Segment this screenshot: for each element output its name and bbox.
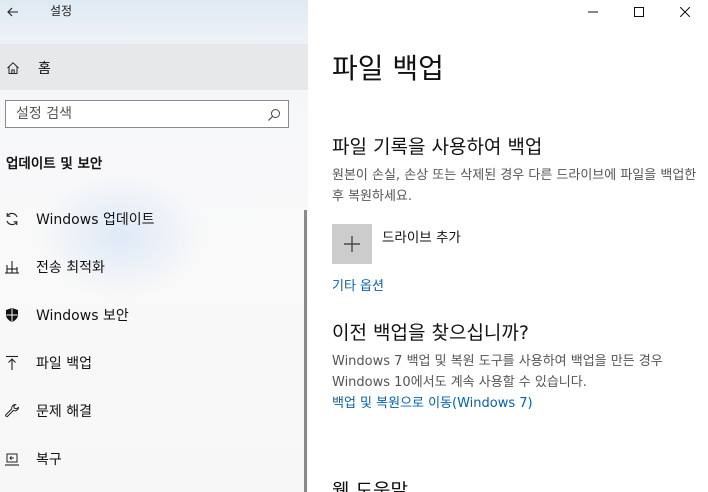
sidebar-item-label: 복구 (36, 452, 62, 468)
backup-restore-link[interactable]: 백업 및 복원으로 이동(Windows 7) (332, 392, 533, 411)
title-bar: 설정 (0, 0, 308, 24)
add-drive-label: 드라이브 추가 (382, 230, 461, 246)
sidebar-item-windows-update[interactable]: Windows 업데이트 (0, 199, 300, 239)
close-button[interactable] (662, 0, 708, 24)
sidebar-item-label: Windows 보안 (36, 308, 129, 324)
wrench-icon (5, 403, 20, 418)
file-history-description: 원본이 손실, 손상 또는 삭제된 경우 다른 드라이브에 파일을 백업한 후 … (332, 168, 697, 204)
add-drive-tile[interactable] (332, 224, 372, 264)
sidebar-scrollbar[interactable] (304, 210, 307, 492)
older-backup-description: Windows 7 백업 및 복원 도구를 사용하여 백업을 만든 경우 Win… (332, 354, 663, 390)
older-backup-heading: 이전 백업을 찾으십니까? (332, 322, 529, 344)
maximize-icon (634, 7, 644, 17)
sidebar-item-recovery[interactable]: 복구 (0, 439, 300, 479)
window-controls (570, 0, 708, 24)
search-box[interactable] (5, 100, 289, 128)
sidebar-item-file-backup[interactable]: 파일 백업 (0, 343, 300, 383)
shield-icon (6, 308, 18, 322)
delivery-optimization-icon (5, 261, 19, 274)
sidebar-item-label: 전송 최적화 (36, 260, 105, 276)
plus-icon (344, 236, 360, 252)
app-title: 설정 (50, 4, 73, 18)
home-label: 홈 (38, 61, 51, 77)
add-drive-button[interactable]: 드라이브 추가 (332, 224, 461, 264)
minimize-button[interactable] (570, 0, 616, 24)
search-icon[interactable] (267, 108, 281, 122)
sidebar-item-windows-security[interactable]: Windows 보안 (0, 295, 300, 335)
maximize-button[interactable] (616, 0, 662, 24)
content-pane: 파일 백업 파일 기록을 사용하여 백업 원본이 손실, 손상 또는 삭제된 경… (308, 0, 708, 492)
home-nav-item[interactable]: 홈 (0, 52, 300, 84)
sidebar-item-label: Windows 업데이트 (36, 212, 155, 228)
sidebar-item-label: 파일 백업 (36, 356, 92, 372)
sidebar-item-troubleshoot[interactable]: 문제 해결 (0, 391, 300, 431)
backup-arrow-icon (6, 355, 18, 370)
more-options-link[interactable]: 기타 옵션 (332, 275, 384, 294)
home-icon (7, 62, 19, 74)
close-icon (680, 7, 690, 17)
back-arrow-icon (7, 7, 18, 17)
search-input[interactable] (6, 101, 266, 127)
minimize-icon (588, 11, 598, 13)
section-title: 업데이트 및 보안 (6, 156, 103, 172)
sidebar-item-delivery-optimization[interactable]: 전송 최적화 (0, 247, 300, 287)
page-title: 파일 백업 (332, 52, 444, 85)
sync-icon (6, 212, 18, 226)
recovery-icon (5, 453, 19, 466)
web-help-heading: 웹 도움말 (332, 480, 408, 492)
back-button[interactable] (0, 0, 26, 24)
sidebar: 설정 홈 업데이트 및 보안 Windows 업데이트 전송 최적화 (0, 0, 308, 492)
sidebar-item-label: 문제 해결 (36, 404, 92, 420)
file-history-heading: 파일 기록을 사용하여 백업 (332, 136, 543, 158)
